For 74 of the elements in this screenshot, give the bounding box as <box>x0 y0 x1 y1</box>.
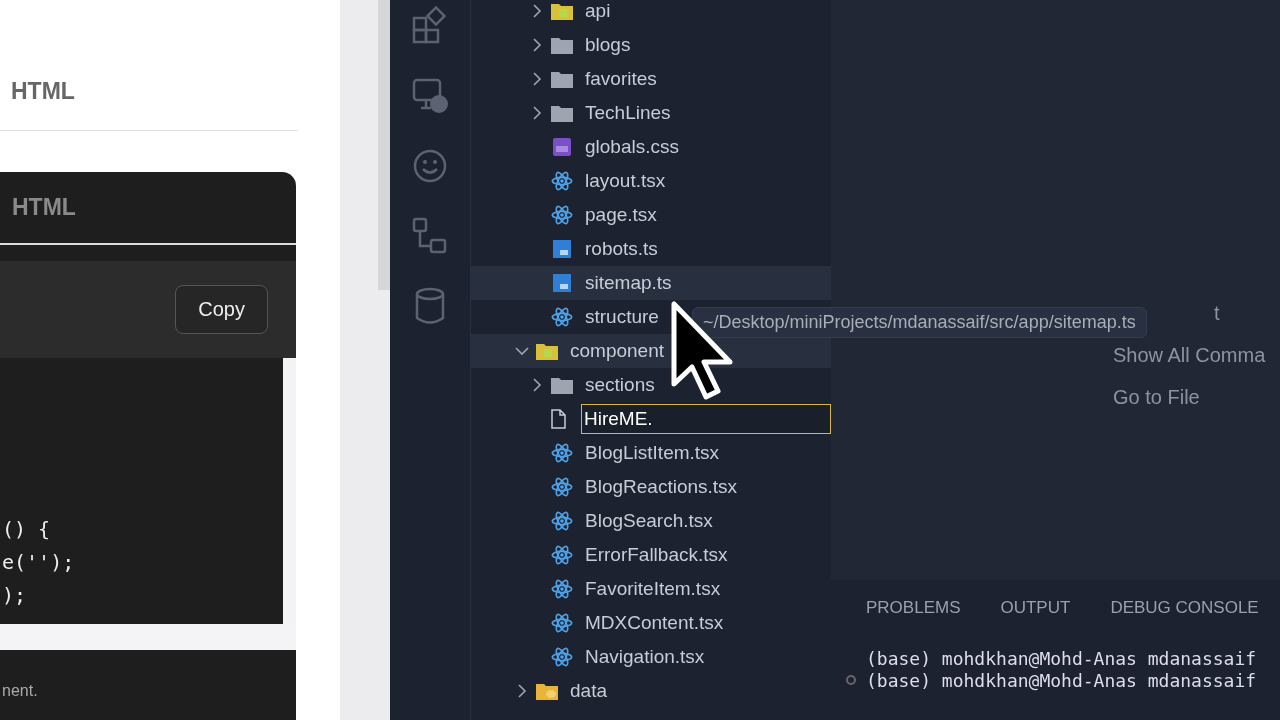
tree-row[interactable]: FavoriteItem.tsx <box>471 572 831 606</box>
file-tree-item[interactable]: sitemap.ts <box>585 272 672 294</box>
code-line: () { <box>1 517 52 543</box>
description-text: nent. <box>1 681 39 700</box>
file-tree-item[interactable]: FavoriteItem.tsx <box>585 578 721 600</box>
file-tree-item[interactable]: layout.tsx <box>585 170 666 192</box>
tree-row[interactable]: TechLines <box>471 96 831 130</box>
remote-monitor-icon[interactable] <box>411 76 449 116</box>
tree-row[interactable]: BlogListItem.tsx <box>471 436 831 470</box>
file-tree-item[interactable]: api <box>585 0 611 22</box>
path-tooltip: ~/Desktop/miniProjects/mdanassaif/src/app/sitemap.ts <box>692 307 1147 338</box>
react-atom-icon <box>550 204 574 226</box>
file-tree-item[interactable]: component <box>570 340 664 362</box>
file-tree-item[interactable]: data <box>570 680 607 702</box>
file-tree-item[interactable]: ErrorFallback.tsx <box>585 544 728 566</box>
horizontal-scrollbar[interactable] <box>0 624 296 650</box>
command-link[interactable]: Show All Comma <box>1113 344 1266 367</box>
react-atom-icon <box>550 578 574 600</box>
shortcut-label: t <box>1214 302 1220 325</box>
react-atom-icon <box>550 170 574 192</box>
code-line: ); <box>1 583 28 609</box>
panel-tab[interactable]: PROBLEMS <box>866 598 961 618</box>
file-name-input[interactable]: HireME. <box>581 404 831 434</box>
file-tree-item[interactable]: MDXContent.tsx <box>585 612 724 634</box>
tree-row[interactable]: BlogSearch.tsx <box>471 504 831 538</box>
file-tree-item[interactable]: Navigation.tsx <box>585 646 705 668</box>
react-atom-icon <box>550 544 574 566</box>
tree-row[interactable]: globals.css <box>471 130 831 164</box>
file-tree-item[interactable]: TechLines <box>585 102 671 124</box>
file-tree-item[interactable]: BlogListItem.tsx <box>585 442 720 464</box>
tree-row[interactable]: ErrorFallback.tsx <box>471 538 831 572</box>
tree-row[interactable]: robots.ts <box>471 232 831 266</box>
code-line: e(''); <box>1 550 76 576</box>
card-title: HTML <box>0 172 296 245</box>
extensions-icon[interactable] <box>411 6 449 46</box>
file-tree-item[interactable]: favorites <box>585 68 657 90</box>
tree-row[interactable]: BlogReactions.tsx <box>471 470 831 504</box>
file-tree-item[interactable]: sections <box>585 374 655 396</box>
tree-row[interactable]: data <box>471 674 831 708</box>
panel-tab[interactable]: DEBUG CONSOLE <box>1110 598 1259 618</box>
file-tree-item[interactable]: structure <box>585 306 659 328</box>
selected-row[interactable]: sitemap.ts <box>471 266 831 300</box>
panel-tab[interactable]: OUTPUT <box>1000 598 1071 618</box>
tree-row[interactable]: api <box>471 0 831 28</box>
react-atom-icon <box>550 306 574 328</box>
terminal-line: (base) mohdkhan@Mohd-Anas mdanassaif <box>866 648 1258 670</box>
scrollbar-thumb[interactable] <box>378 0 390 290</box>
tree-row[interactable]: MDXContent.tsx <box>471 606 831 640</box>
file-tree-item[interactable]: globals.css <box>585 136 679 158</box>
command-link[interactable]: Go to File <box>1113 386 1266 409</box>
file-tree-item[interactable]: BlogSearch.tsx <box>585 510 713 532</box>
tree-row[interactable]: favorites <box>471 62 831 96</box>
file-tree-item[interactable]: blogs <box>585 34 631 56</box>
css-file-icon <box>550 136 574 158</box>
section-heading: HTML <box>11 77 75 106</box>
react-atom-icon <box>550 510 574 532</box>
copy-button[interactable]: Copy <box>175 285 268 334</box>
file-tree-item[interactable]: BlogReactions.tsx <box>585 476 738 498</box>
react-atom-icon <box>550 646 574 668</box>
tree-row[interactable]: page.tsx <box>471 198 831 232</box>
tree-row[interactable]: sections <box>471 368 831 402</box>
file-tree-item[interactable]: page.tsx <box>585 204 657 226</box>
react-atom-icon <box>550 476 574 498</box>
file-tree-item[interactable]: robots.ts <box>585 238 658 260</box>
tree-row[interactable]: HireME. <box>471 402 831 436</box>
react-atom-icon <box>550 612 574 634</box>
terminal-line: (base) mohdkhan@Mohd-Anas mdanassaif <box>866 670 1280 692</box>
tree-row[interactable]: Navigation.tsx <box>471 640 831 674</box>
ts-file-icon <box>550 272 574 294</box>
react-atom-icon <box>550 442 574 464</box>
tree-row[interactable]: blogs <box>471 28 831 62</box>
diagram-icon[interactable] <box>411 216 449 256</box>
ts-file-icon <box>550 238 574 260</box>
tree-row[interactable]: layout.tsx <box>471 164 831 198</box>
